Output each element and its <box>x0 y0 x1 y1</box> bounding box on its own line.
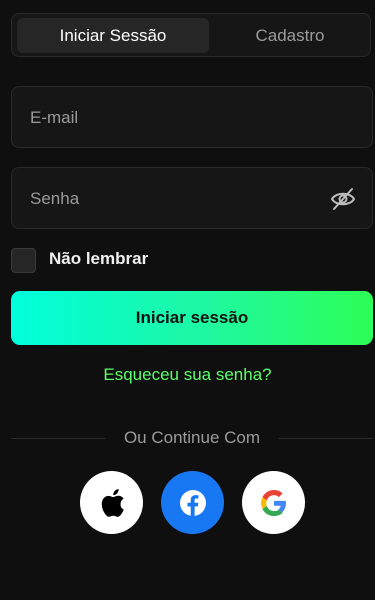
eye-off-icon[interactable] <box>330 186 356 212</box>
password-input[interactable] <box>28 168 322 230</box>
google-icon <box>260 489 286 516</box>
apple-icon <box>101 488 124 517</box>
login-button[interactable]: Iniciar sessão <box>11 291 373 345</box>
social-divider: Ou Continue Com <box>11 428 373 448</box>
auth-tabs: Iniciar Sessão Cadastro <box>11 13 371 57</box>
facebook-login-button[interactable] <box>161 471 224 534</box>
google-login-button[interactable] <box>242 471 305 534</box>
divider-line-right <box>279 438 373 439</box>
password-field-container <box>11 167 373 230</box>
remember-label: Não lembrar <box>49 249 149 268</box>
remember-checkbox[interactable] <box>11 248 36 273</box>
tab-login[interactable]: Iniciar Sessão <box>17 18 209 53</box>
email-field-container <box>11 86 373 149</box>
email-input[interactable] <box>28 87 322 149</box>
apple-login-button[interactable] <box>80 471 143 534</box>
tab-register[interactable]: Cadastro <box>212 18 368 53</box>
forgot-password-link[interactable]: Esqueceu sua senha? <box>0 365 375 385</box>
facebook-icon <box>179 489 206 516</box>
